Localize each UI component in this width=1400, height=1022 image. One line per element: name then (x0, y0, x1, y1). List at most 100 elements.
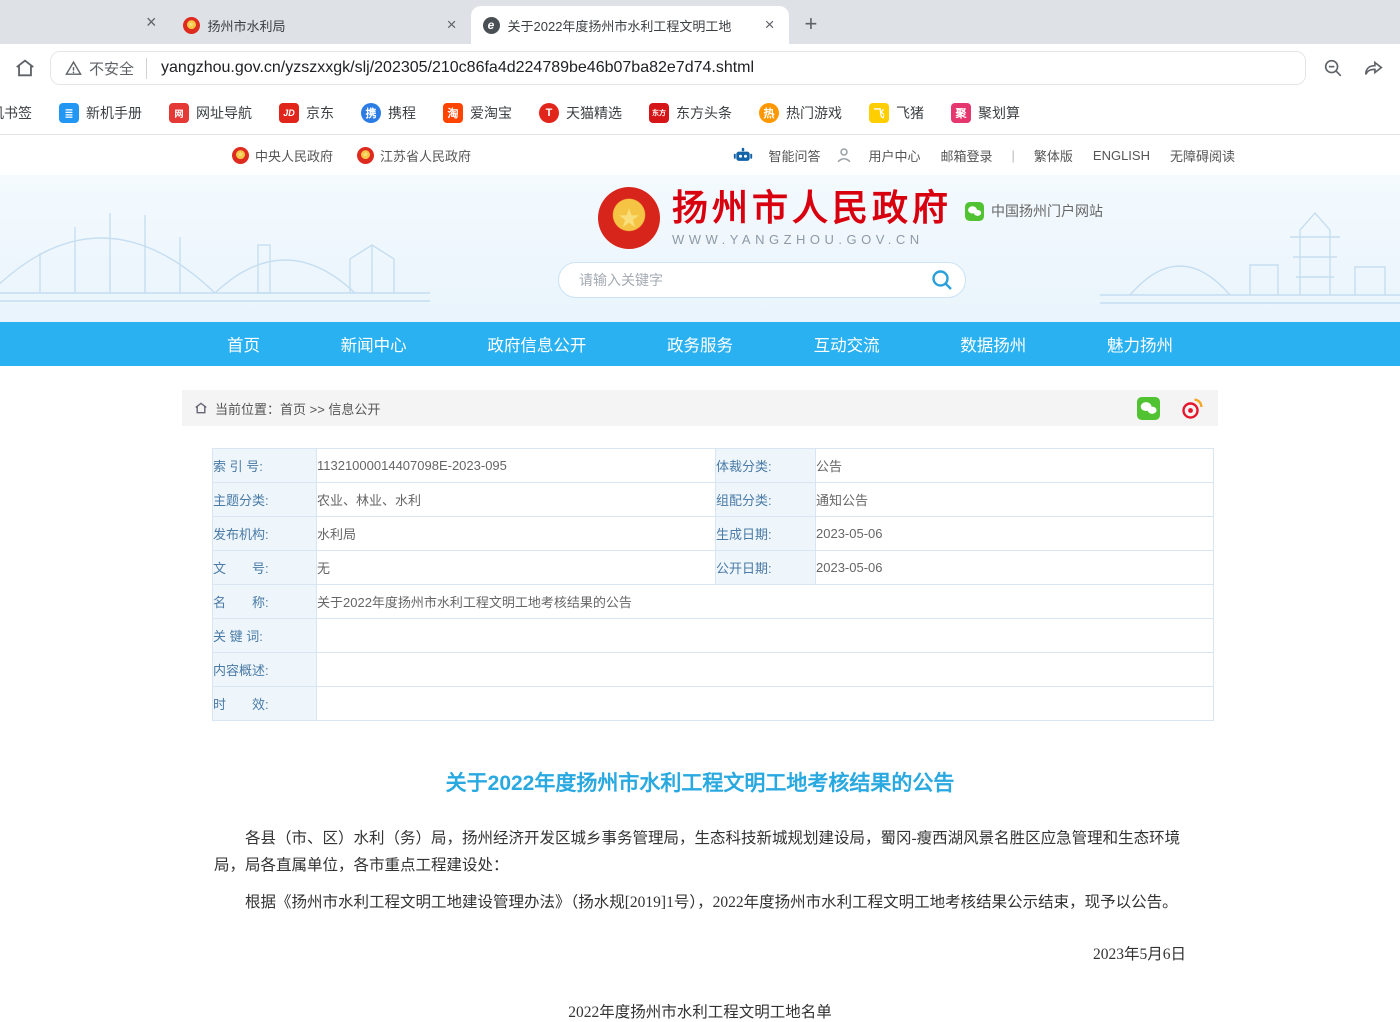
accessibility-link[interactable]: 无障碍阅读 (1165, 146, 1240, 165)
search-button[interactable] (927, 265, 957, 295)
table-row: 索 引 号: 11321000014407098E-2023-095 体裁分类:… (213, 449, 1214, 483)
wechat-icon (965, 202, 984, 221)
url-field[interactable]: 不安全 yangzhou.gov.cn/yzszxxgk/slj/202305/… (50, 51, 1306, 85)
link-central-government[interactable]: 中央人民政府 (232, 146, 333, 165)
field-label: 索 引 号: (213, 449, 317, 483)
close-icon[interactable]: × (146, 12, 157, 33)
field-label: 时 效: (213, 687, 317, 721)
bookmark-phone-bookmarks[interactable]: 机书签 (0, 103, 32, 123)
weibo-share-icon[interactable] (1180, 396, 1204, 420)
manual-icon: ≣ (59, 103, 79, 123)
field-value-validity (317, 687, 1214, 721)
divider: | (1008, 148, 1019, 163)
nav-charm-yangzhou[interactable]: 魅力扬州 (1107, 332, 1173, 356)
bookmark-tmall[interactable]: T天猫精选 (539, 103, 622, 123)
search-icon (930, 268, 954, 292)
field-label: 文 号: (213, 551, 317, 585)
nav-home[interactable]: 首页 (227, 332, 260, 356)
bookmark-hot-games[interactable]: 热热门游戏 (759, 103, 842, 123)
traditional-chinese-link[interactable]: 繁体版 (1029, 146, 1078, 165)
field-value-topic: 农业、林业、水利 (317, 483, 716, 517)
portal-label[interactable]: 中国扬州门户网站 (965, 201, 1103, 221)
national-emblem-icon (598, 187, 660, 249)
user-center-link[interactable]: 用户中心 (863, 146, 925, 165)
emblem-icon (183, 17, 200, 34)
field-label: 发布机构: (213, 517, 317, 551)
english-link[interactable]: ENGLISH (1088, 148, 1155, 163)
share-icon[interactable] (1362, 57, 1386, 79)
juhuasuan-icon: 聚 (951, 103, 971, 123)
table-row: 主题分类: 农业、林业、水利 组配分类: 通知公告 (213, 483, 1214, 517)
game-icon: 热 (759, 103, 779, 123)
home-icon (194, 401, 208, 415)
bookmark-new-device-manual[interactable]: ≣新机手册 (59, 103, 142, 123)
table-row: 内容概述: (213, 653, 1214, 687)
home-icon[interactable] (14, 57, 36, 79)
security-status[interactable]: 不安全 (65, 58, 147, 79)
table-row: 关 键 词: (213, 619, 1214, 653)
tab-yangzhou-water-bureau[interactable]: 扬州市水利局 × (171, 6, 471, 44)
article-body: 各县（市、区）水利（务）局，扬州经济开发区城乡事务管理局，生态科技新城规划建设局… (214, 825, 1186, 916)
smart-qa-link[interactable]: 智能问答 (763, 146, 825, 165)
nav-gov-info-disclosure[interactable]: 政府信息公开 (487, 332, 586, 356)
field-label: 生成日期: (716, 517, 816, 551)
new-tab-button[interactable]: + (805, 14, 818, 34)
bookmark-fliggy[interactable]: 飞飞猪 (869, 103, 924, 123)
close-icon[interactable]: × (763, 15, 777, 35)
bookmark-juhuasuan[interactable]: 聚聚划算 (951, 103, 1020, 123)
security-label: 不安全 (89, 58, 134, 79)
breadcrumb[interactable]: 当前位置：首页 >> 信息公开 (215, 399, 380, 418)
document-info-table: 索 引 号: 11321000014407098E-2023-095 体裁分类:… (212, 448, 1214, 721)
robot-icon (733, 145, 753, 165)
breadcrumb-bar: 当前位置：首页 >> 信息公开 (182, 390, 1218, 426)
field-label: 内容概述: (213, 653, 317, 687)
emblem-icon (357, 147, 374, 164)
tab-bar: × 扬州市水利局 × 关于2022年度扬州市水利工程文明工地 × + (0, 0, 1400, 44)
field-label: 组配分类: (716, 483, 816, 517)
search-input[interactable] (577, 271, 927, 289)
bookmarks-bar: 机书签 ≣新机手册 网网址导航 JD京东 携携程 淘爱淘宝 T天猫精选 东方东方… (0, 92, 1400, 135)
site-logo[interactable]: 扬州市人民政府 WWW.YANGZHOU.GOV.CN (598, 187, 952, 249)
table-row: 时 效: (213, 687, 1214, 721)
wechat-share-icon[interactable] (1137, 397, 1160, 420)
bridge-sketch (0, 175, 430, 322)
field-value-group: 通知公告 (816, 483, 1214, 517)
field-label: 关 键 词: (213, 619, 317, 653)
taobao-icon: 淘 (443, 103, 463, 123)
article-paragraph: 根据《扬州市水利工程文明工地建设管理办法》（扬水规[2019]1号），2022年… (214, 889, 1186, 916)
site-nav-icon: 网 (169, 103, 189, 123)
nav-data-yangzhou[interactable]: 数据扬州 (960, 332, 1026, 356)
fliggy-pig-icon: 飞 (869, 103, 889, 123)
bookmark-aitaobao[interactable]: 淘爱淘宝 (443, 103, 512, 123)
field-value-summary (317, 653, 1214, 687)
dongfang-icon: 东方 (649, 103, 669, 123)
tab-title: 扬州市水利局 (208, 16, 437, 35)
nav-gov-services[interactable]: 政务服务 (667, 332, 733, 356)
nav-interaction[interactable]: 互动交流 (814, 332, 880, 356)
site-name: 扬州市人民政府 (672, 189, 952, 229)
browser-logo-icon (483, 17, 500, 34)
main-navigation: 首页 新闻中心 政府信息公开 政务服务 互动交流 数据扬州 魅力扬州 (0, 322, 1400, 366)
bookmark-site-navigation[interactable]: 网网址导航 (169, 103, 252, 123)
jd-icon: JD (279, 103, 299, 123)
url-text[interactable]: yangzhou.gov.cn/yzszxxgk/slj/202305/210c… (161, 59, 1291, 77)
tab-title: 关于2022年度扬州市水利工程文明工地 (508, 16, 755, 35)
mail-login-link[interactable]: 邮箱登录 (935, 146, 997, 165)
link-jiangsu-government[interactable]: 江苏省人民政府 (357, 146, 471, 165)
warning-icon (65, 60, 82, 77)
nav-news-center[interactable]: 新闻中心 (341, 332, 407, 356)
field-value-index-number: 11321000014407098E-2023-095 (317, 449, 716, 483)
close-icon[interactable]: × (445, 15, 459, 35)
field-value-publish-date: 2023-05-06 (816, 551, 1214, 585)
bookmark-dongfang-toutiao[interactable]: 东方东方头条 (649, 103, 732, 123)
zoom-out-icon[interactable] (1322, 57, 1344, 79)
tab-current-announcement[interactable]: 关于2022年度扬州市水利工程文明工地 × (471, 6, 789, 44)
field-value-keywords (317, 619, 1214, 653)
tmall-icon: T (539, 103, 559, 123)
site-url: WWW.YANGZHOU.GOV.CN (672, 232, 952, 247)
bookmark-ctrip[interactable]: 携携程 (361, 103, 416, 123)
site-search (558, 262, 966, 298)
field-label: 体裁分类: (716, 449, 816, 483)
field-value-title: 关于2022年度扬州市水利工程文明工地考核结果的公告 (317, 585, 1214, 619)
bookmark-jingdong[interactable]: JD京东 (279, 103, 334, 123)
